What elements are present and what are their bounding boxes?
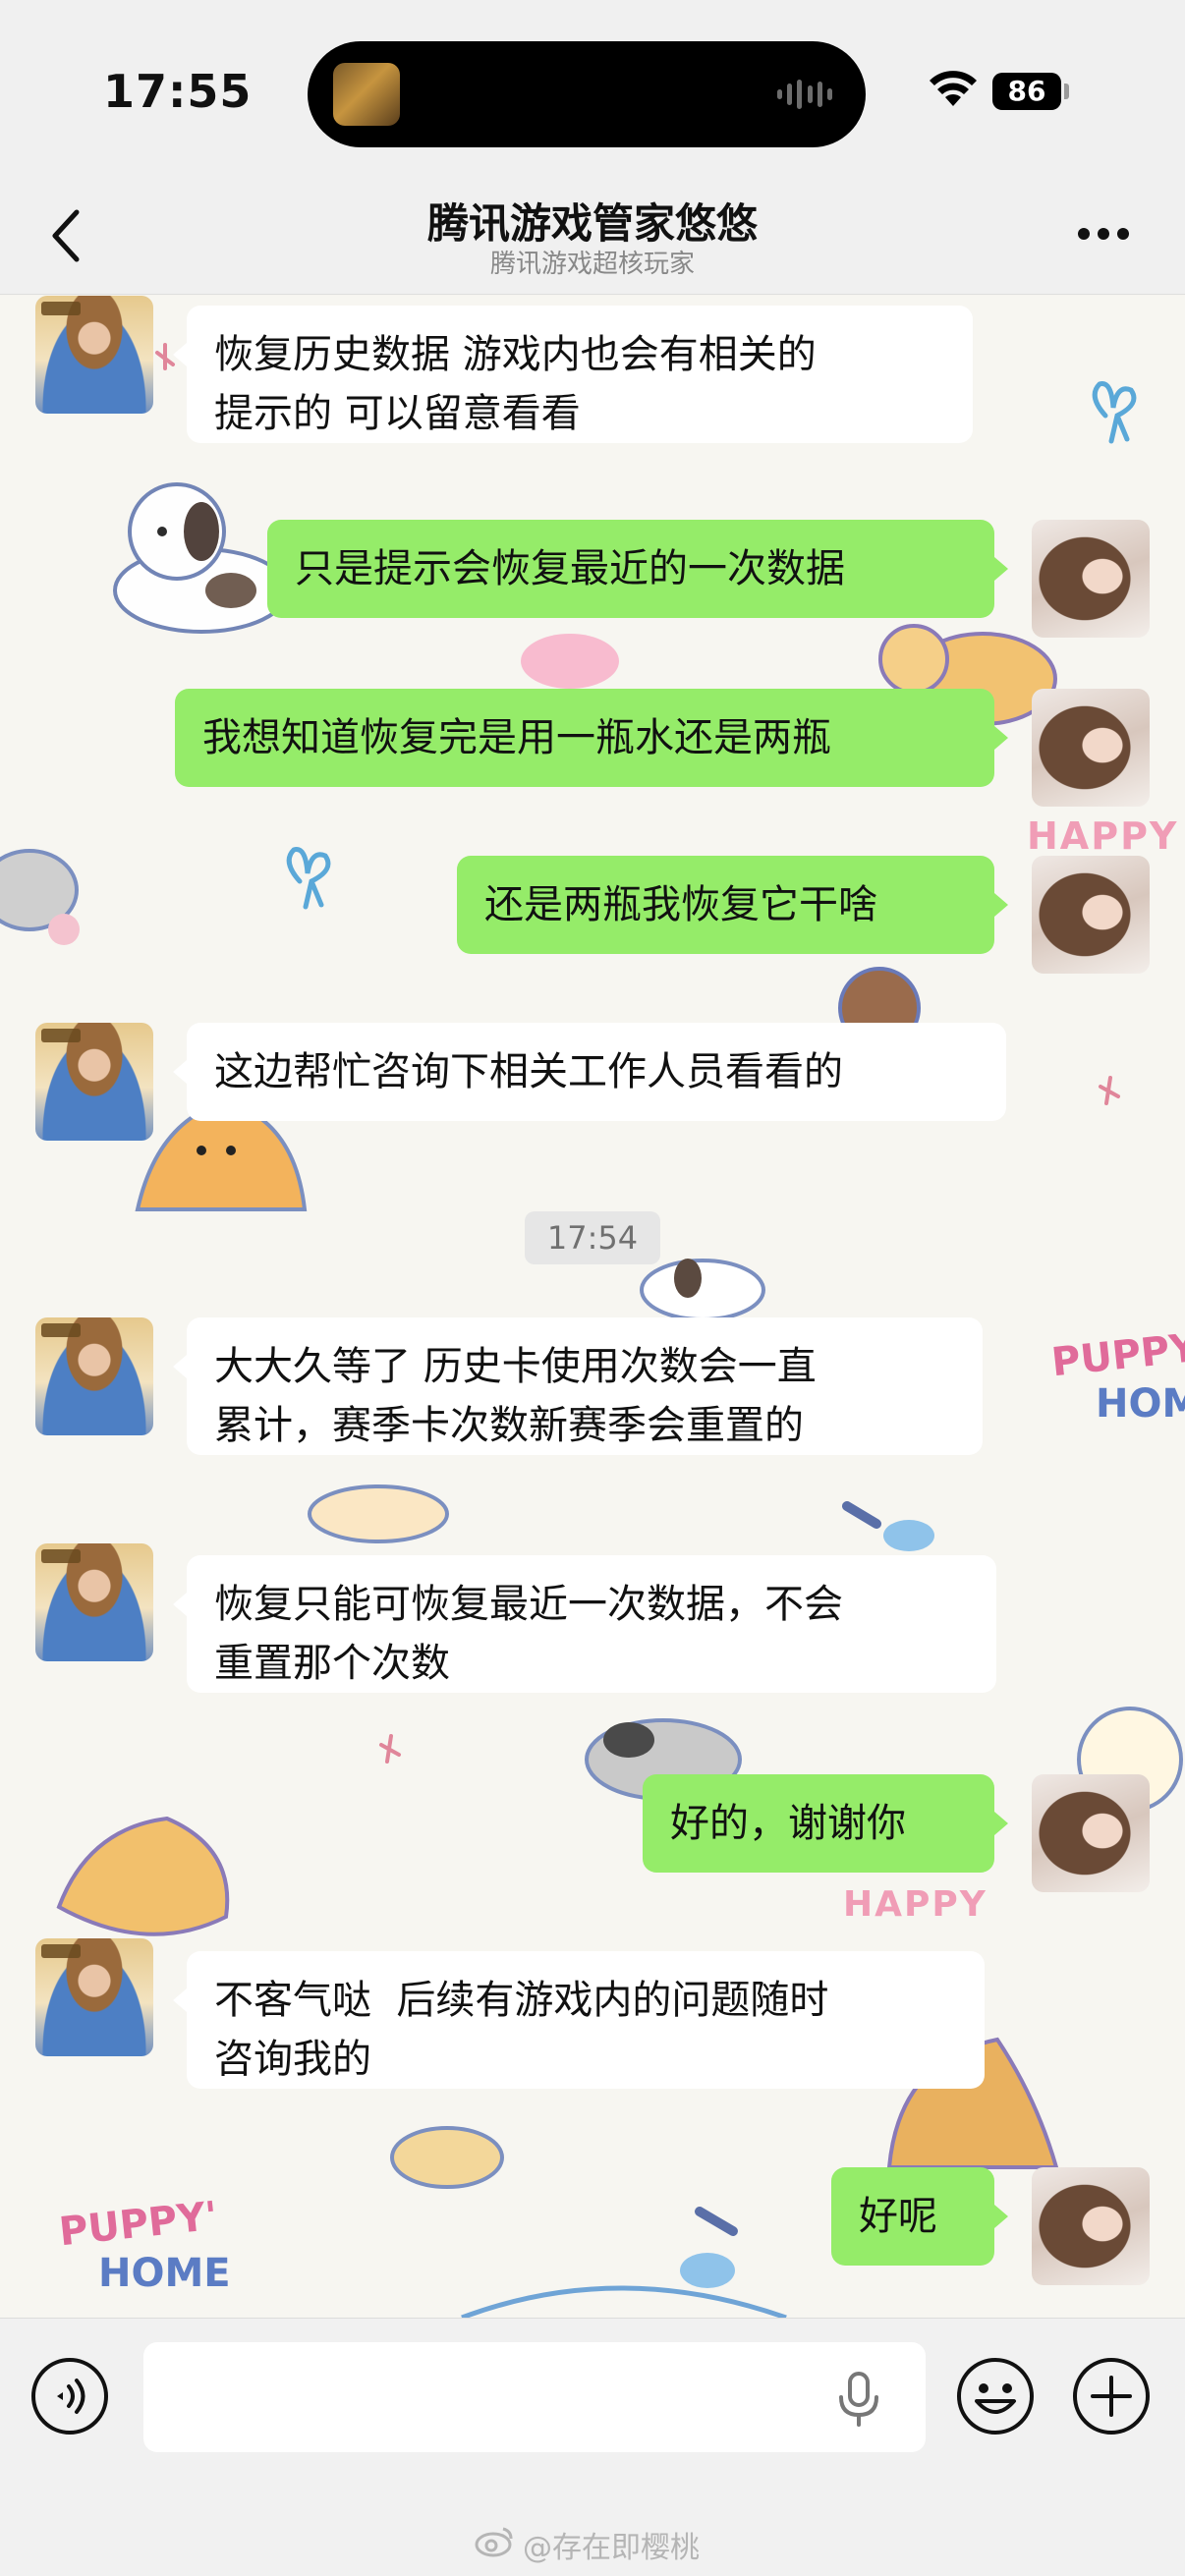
chat-subtitle: 腾讯游戏超核玩家 (489, 250, 695, 279)
chat-timestamp: 17:54 (525, 1211, 660, 1264)
status-bar: 17:55 86 (0, 0, 1185, 177)
dynamic-island[interactable] (308, 41, 866, 147)
user-avatar[interactable] (1032, 520, 1150, 638)
dog-sticker-icon (56, 1816, 230, 1936)
audio-wave-icon (777, 79, 832, 110)
plus-icon[interactable] (1071, 2356, 1152, 2436)
user-avatar[interactable] (1032, 1774, 1150, 1892)
mic-icon[interactable] (833, 2370, 884, 2429)
watermark-text: @存在即樱桃 (523, 2531, 700, 2565)
message-bubble-agent[interactable]: 这边帮忙咨询下相关工作人员看看的 (173, 1023, 1006, 1121)
watermark: @存在即樱桃 (474, 2523, 700, 2566)
message-bubble-agent[interactable]: 恢复只能可恢复最近一次数据，不会 重置那个次数 (173, 1555, 996, 1693)
dog-sticker-icon (113, 482, 290, 634)
dog-sticker-icon (390, 2126, 504, 2189)
user-avatar[interactable] (1032, 856, 1150, 974)
dog-sticker-icon (308, 1484, 449, 1543)
voice-icon[interactable] (29, 2356, 110, 2436)
chat-area[interactable]: HAPPY HAPPY PUPPY' HOME PUPPY' HOME 恢复历史… (0, 296, 1185, 2318)
message-input[interactable] (143, 2342, 926, 2452)
chat-header: 腾讯游戏管家悠悠 腾讯游戏超核玩家 (0, 177, 1185, 295)
emoji-icon[interactable] (955, 2356, 1036, 2436)
wallpaper-text: HOME (1096, 1381, 1185, 1427)
now-playing-thumbnail (333, 63, 400, 126)
input-bar: @存在即樱桃 (0, 2318, 1185, 2576)
message-bubble-user[interactable]: 好呢 (831, 2167, 1008, 2266)
wallpaper-text: HOME (98, 2251, 231, 2296)
agent-avatar[interactable] (35, 296, 153, 414)
wallpaper-text: HAPPY (843, 1884, 988, 1925)
more-icon[interactable] (1077, 226, 1130, 242)
message-bubble-agent[interactable]: 恢复历史数据 游戏内也会有相关的 提示的 可以留意看看 (173, 306, 973, 443)
message-bubble-user[interactable]: 我想知道恢复完是用一瓶水还是两瓶 (175, 689, 1008, 787)
agent-avatar[interactable] (35, 1023, 153, 1141)
battery-tip (1064, 84, 1069, 99)
battery-indicator: 86 (992, 73, 1061, 110)
status-time: 17:55 (103, 65, 253, 118)
user-avatar[interactable] (1032, 2167, 1150, 2285)
message-bubble-user[interactable]: 还是两瓶我恢复它干啥 (457, 856, 1008, 954)
agent-avatar[interactable] (35, 1543, 153, 1661)
weibo-icon (475, 2527, 513, 2557)
message-bubble-user[interactable]: 只是提示会恢复最近的一次数据 (267, 520, 1008, 618)
dog-sticker-icon (0, 849, 80, 945)
message-bubble-user[interactable]: 好的，谢谢你 (643, 1774, 1008, 1873)
agent-avatar[interactable] (35, 1938, 153, 2056)
chat-title: 腾讯游戏管家悠悠 (426, 199, 758, 248)
user-avatar[interactable] (1032, 689, 1150, 807)
agent-avatar[interactable] (35, 1317, 153, 1435)
dog-sticker-icon (640, 1259, 765, 1321)
message-bubble-agent[interactable]: 大大久等了 历史卡使用次数会一直 累计，赛季卡次数新赛季会重置的 (173, 1317, 983, 1455)
message-bubble-agent[interactable]: 不客气哒 后续有游戏内的问题随时 咨询我的 (173, 1951, 985, 2089)
wifi-icon (930, 71, 977, 106)
wallpaper-text: HAPPY (1027, 814, 1179, 858)
